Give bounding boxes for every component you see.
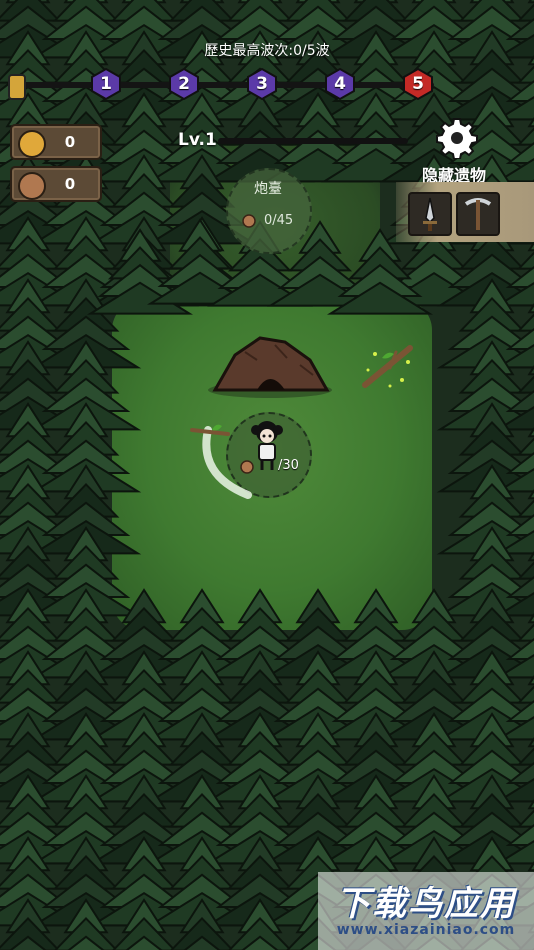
wood-cost-icon-player <box>240 460 254 474</box>
gear-icon[interactable] <box>436 117 478 159</box>
sword-icon <box>423 197 437 231</box>
wave-node-4: 4 <box>324 67 356 101</box>
wave-record-title: 歷史最高波次:0/5波 <box>204 43 330 59</box>
pickaxe-icon <box>464 198 492 230</box>
wood-counter: 0 <box>10 166 102 202</box>
branch-pickup-icon[interactable] <box>360 340 420 395</box>
turret-build-name: 炮臺 <box>254 181 282 197</box>
wood-log-icon <box>18 172 46 200</box>
turret-build-cost: 0/45 <box>264 213 294 228</box>
wave-node-3: 3 <box>246 67 278 101</box>
wave-node-1: 1 <box>90 67 122 101</box>
wave-node-5: 5 <box>402 67 434 101</box>
level-xp-bar <box>218 138 408 144</box>
wave-node-2: 2 <box>168 67 200 101</box>
gold-coin-icon <box>18 130 46 158</box>
relic-slot-sword[interactable] <box>408 192 452 236</box>
gold-counter: 0 <box>10 124 102 160</box>
watermark-url: www.xiazainiao.com <box>336 922 516 938</box>
player-wood-cost: /30 <box>278 458 299 473</box>
wood-cost-icon <box>242 214 256 228</box>
level-label: Lv.1 <box>178 130 217 150</box>
wave-progress-track <box>14 82 434 88</box>
relic-slot-pickaxe[interactable] <box>456 192 500 236</box>
watermark-logo: 下载鸟应用 <box>336 884 516 924</box>
cave-icon <box>208 336 332 398</box>
wave-start-marker <box>8 74 26 100</box>
